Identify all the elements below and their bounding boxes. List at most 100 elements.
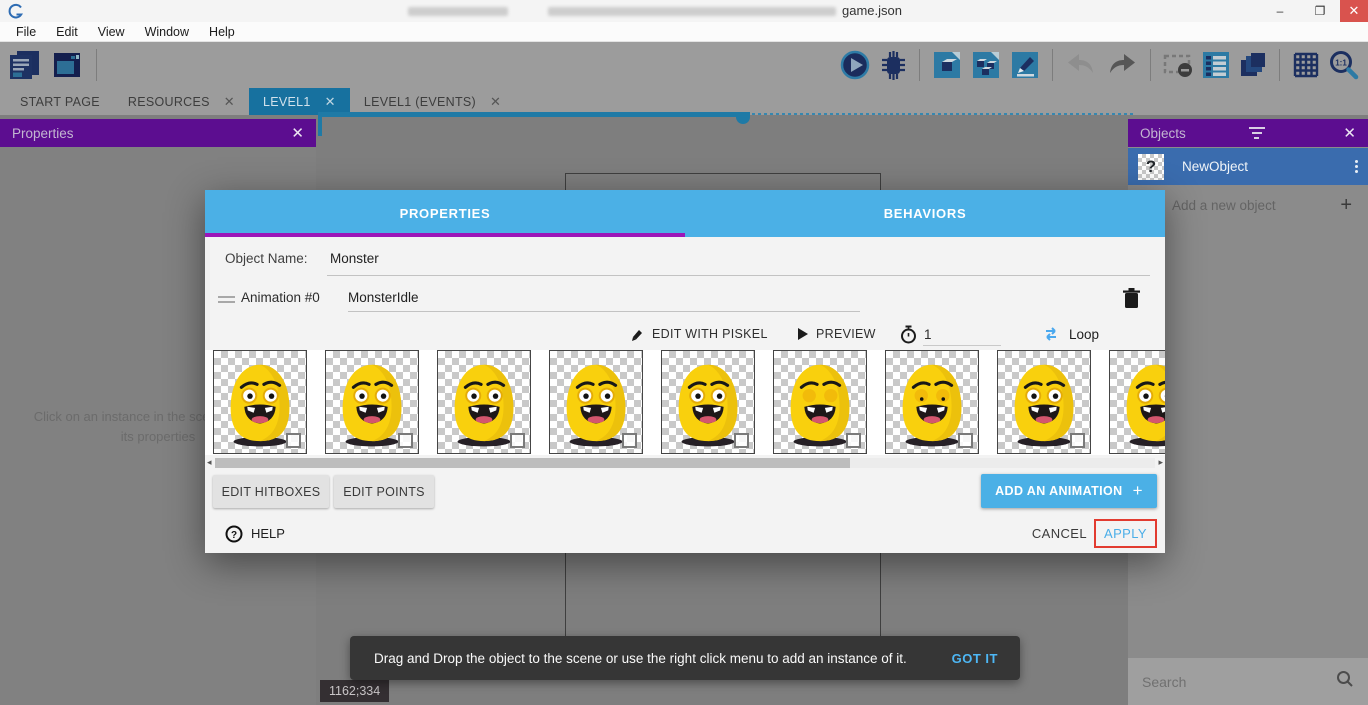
edit-hitboxes-button[interactable]: EDIT HITBOXES	[213, 475, 329, 508]
hint-toast: Drag and Drop the object to the scene or…	[350, 636, 1020, 680]
got-it-button[interactable]: GOT IT	[952, 651, 1020, 666]
gdevelop-window: game.json – ❐ ✕ File Edit View Window He…	[0, 0, 1368, 705]
properties-panel-title: Properties	[12, 126, 74, 141]
edit-scene-properties-icon[interactable]	[1009, 49, 1041, 81]
scroll-left-arrow[interactable]: ◂	[207, 457, 212, 468]
object-search-bar[interactable]: Search	[1128, 658, 1368, 705]
frame-checkbox[interactable]	[622, 433, 637, 448]
animation-frame[interactable]	[437, 350, 531, 454]
toolbar-separator	[96, 49, 97, 81]
frame-checkbox[interactable]	[286, 433, 301, 448]
close-tab-icon[interactable]: ✕	[325, 94, 336, 110]
tab-properties[interactable]: PROPERTIES	[205, 190, 685, 237]
timer-value[interactable]: 1	[924, 327, 932, 342]
filter-icon[interactable]	[1249, 127, 1265, 139]
window-title: game.json	[842, 3, 902, 18]
frame-checkbox[interactable]	[510, 433, 525, 448]
close-tab-icon[interactable]: ✕	[224, 94, 235, 110]
add-object-plus-icon[interactable]: +	[1340, 194, 1352, 217]
close-panel-icon[interactable]: ✕	[1343, 124, 1356, 142]
animation-frame[interactable]	[549, 350, 643, 454]
tab-level1[interactable]: LEVEL1 ✕	[249, 88, 350, 115]
edit-points-button[interactable]: EDIT POINTS	[334, 475, 434, 508]
object-thumbnail: ?	[1138, 154, 1164, 180]
frames-scrollbar[interactable]	[215, 458, 1155, 468]
restore-button[interactable]: ❐	[1304, 0, 1336, 22]
loop-toggle[interactable]: Loop	[1042, 323, 1099, 345]
cancel-button[interactable]: CANCEL	[1032, 519, 1087, 548]
frame-checkbox[interactable]	[1070, 433, 1085, 448]
pencil-icon	[630, 327, 645, 342]
preview-button[interactable]: PREVIEW	[797, 323, 876, 345]
animation-frame[interactable]	[325, 350, 419, 454]
redo-icon[interactable]	[1105, 51, 1139, 79]
animation-name-input[interactable]: MonsterIdle	[348, 290, 419, 305]
mask-disabled-icon[interactable]	[1162, 51, 1194, 79]
tab-level1-events[interactable]: LEVEL1 (EVENTS) ✕	[350, 88, 515, 115]
menu-edit[interactable]: Edit	[46, 25, 88, 39]
apply-button[interactable]: APPLY	[1094, 519, 1157, 548]
export-object-icon[interactable]	[931, 49, 963, 81]
tab-resources[interactable]: RESOURCES ✕	[114, 88, 249, 115]
start-page-icon[interactable]	[50, 48, 84, 82]
object-name-label: Object Name:	[225, 251, 308, 266]
menu-file[interactable]: File	[6, 25, 46, 39]
scene-scroll-indicator[interactable]	[736, 112, 750, 124]
toolbar-separator	[919, 49, 920, 81]
animation-frame[interactable]	[661, 350, 755, 454]
dialog-tab-bar: PROPERTIES BEHAVIORS	[205, 190, 1165, 237]
project-manager-icon[interactable]	[6, 48, 42, 82]
frame-checkbox[interactable]	[846, 433, 861, 448]
object-editor-dialog: PROPERTIES BEHAVIORS Object Name: Monste…	[205, 190, 1165, 553]
animation-frame[interactable]	[885, 350, 979, 454]
tab-behaviors[interactable]: BEHAVIORS	[685, 190, 1165, 237]
animation-frame[interactable]	[213, 350, 307, 454]
object-list-item[interactable]: ? NewObject	[1128, 148, 1368, 185]
export-objects-icon[interactable]	[970, 49, 1002, 81]
scroll-right-arrow[interactable]: ▸	[1158, 457, 1163, 468]
title-bar: game.json – ❐ ✕	[0, 0, 1368, 22]
debug-icon[interactable]	[878, 49, 908, 81]
menu-view[interactable]: View	[88, 25, 135, 39]
scene-scroll-line-corner	[318, 112, 322, 136]
play-preview-icon[interactable]	[839, 49, 871, 81]
layers-icon[interactable]	[1238, 50, 1268, 80]
monster-sprite	[1110, 351, 1165, 453]
animation-index-label: Animation #0	[241, 290, 320, 305]
zoom-ratio-label: 1:1	[1335, 59, 1347, 68]
object-name-label: NewObject	[1182, 159, 1248, 174]
stopwatch-icon	[900, 325, 917, 344]
help-button[interactable]: ? HELP	[225, 519, 285, 548]
close-tab-icon[interactable]: ✕	[490, 94, 501, 110]
add-animation-button[interactable]: ADD AN ANIMATION +	[981, 474, 1157, 508]
gdevelop-logo-icon	[8, 3, 24, 19]
tab-start-page[interactable]: START PAGE	[6, 88, 114, 115]
frame-checkbox[interactable]	[958, 433, 973, 448]
minimize-button[interactable]: –	[1264, 0, 1296, 22]
animation-frame[interactable]	[1109, 350, 1165, 454]
drag-handle-icon[interactable]	[218, 296, 235, 306]
time-between-frames-field[interactable]: 1	[900, 323, 932, 345]
menu-help[interactable]: Help	[199, 25, 245, 39]
instances-list-icon[interactable]	[1201, 50, 1231, 80]
undo-icon[interactable]	[1064, 51, 1098, 79]
frames-scrollbar-thumb[interactable]	[215, 458, 850, 468]
edit-with-piskel-button[interactable]: EDIT WITH PISKEL	[630, 323, 768, 345]
delete-animation-icon[interactable]	[1123, 288, 1140, 314]
animation-frame[interactable]	[997, 350, 1091, 454]
animation-frame[interactable]	[773, 350, 867, 454]
menu-window[interactable]: Window	[135, 25, 199, 39]
search-input[interactable]: Search	[1142, 674, 1186, 690]
frame-checkbox[interactable]	[734, 433, 749, 448]
object-name-input[interactable]: Monster	[330, 251, 379, 266]
close-panel-icon[interactable]: ✕	[291, 124, 304, 142]
scene-scroll-dotted-line	[752, 113, 1134, 115]
grid-icon[interactable]	[1291, 50, 1321, 80]
zoom-original-icon[interactable]: 1:1	[1328, 49, 1360, 81]
frame-checkbox[interactable]	[398, 433, 413, 448]
close-button[interactable]: ✕	[1340, 0, 1368, 22]
object-context-menu-icon[interactable]	[1355, 160, 1358, 173]
play-icon	[797, 327, 809, 341]
toolbar: 1:1	[0, 42, 1368, 88]
title-blurred-segment	[408, 7, 508, 16]
